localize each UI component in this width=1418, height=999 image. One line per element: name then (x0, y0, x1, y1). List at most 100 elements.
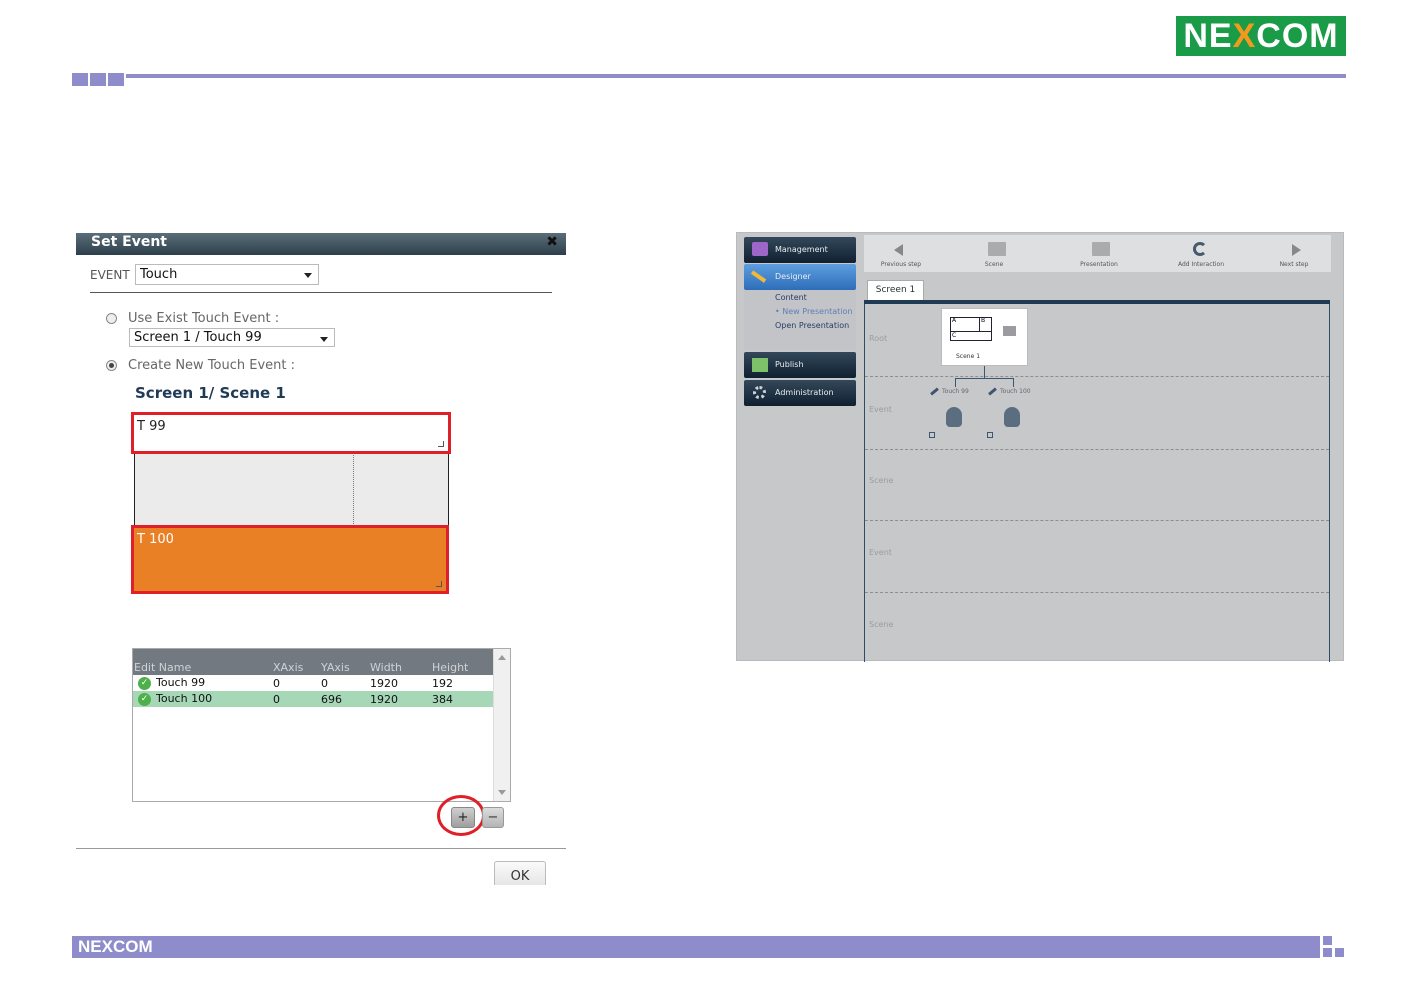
lane-event: Event (869, 405, 892, 414)
connector (955, 378, 1014, 379)
delete-icon[interactable] (987, 432, 993, 438)
row-name: Touch 100 (156, 692, 213, 706)
nav-management[interactable]: Management (744, 237, 856, 263)
forward-arrow-icon (1292, 244, 1301, 256)
scene-button[interactable]: Scene (959, 235, 1033, 272)
use-exist-radio[interactable] (106, 313, 117, 324)
close-icon[interactable]: ✖ (546, 233, 558, 251)
add-interaction-label: Add Interaction (1177, 261, 1225, 268)
touch-table: Edit Name XAxis YAxis Width Height ✓ Touc… (132, 648, 511, 802)
touch-table-grid: Edit Name XAxis YAxis Width Height ✓ Touc… (133, 649, 493, 707)
refresh-icon (1193, 242, 1207, 256)
col-width[interactable]: Width (370, 649, 432, 675)
create-new-radio[interactable] (106, 360, 117, 371)
remove-row-button[interactable]: − (482, 807, 504, 828)
table-row-selected[interactable]: ✓ Touch 100 0 696 1920 384 (133, 691, 493, 707)
chevron-down-icon (304, 273, 312, 278)
previous-step-button[interactable]: Previous step (864, 235, 938, 272)
nav-publish-label: Publish (775, 360, 804, 369)
flow-canvas: Root Event Scene Event Scene A B C Scene… (864, 304, 1330, 662)
header-rule (126, 74, 1346, 78)
pencil-icon (750, 270, 767, 283)
check-icon: ✓ (138, 692, 151, 706)
home-icon (1003, 326, 1016, 336)
event-type-select[interactable]: Touch (135, 264, 319, 285)
thumb-c: C (952, 332, 957, 339)
table-header: Edit Name XAxis YAxis Width Height (133, 649, 493, 675)
row-w: 1920 (370, 676, 398, 690)
subnav-new-presentation[interactable]: • New Presentation (775, 307, 853, 316)
row-h: 192 (432, 676, 453, 690)
col-height[interactable]: Height (432, 649, 493, 675)
lane-scene: Scene (869, 620, 894, 629)
subnav-open-presentation[interactable]: Open Presentation (775, 321, 849, 330)
table-scrollbar[interactable] (493, 649, 510, 801)
footer-block (1335, 948, 1344, 957)
presentation-button[interactable]: Presentation (1064, 235, 1138, 272)
scene-heading: Screen 1/ Scene 1 (135, 384, 286, 402)
col-edit-name[interactable]: Edit Name (133, 649, 273, 675)
event-label: Touch 99 (942, 388, 969, 395)
lane-root: Root (869, 334, 888, 343)
touch-region-t100[interactable]: T 100 (131, 525, 449, 594)
thumb-b: B (981, 317, 986, 324)
presentation-label: Presentation (1080, 261, 1118, 268)
region-divider (353, 452, 354, 526)
back-arrow-icon (894, 244, 903, 256)
event-type-value: Touch (140, 267, 178, 282)
next-step-label: Next step (1279, 261, 1309, 268)
touch-region-t99[interactable]: T 99 (131, 412, 451, 454)
event-node-touch-100[interactable]: Touch 100 (986, 387, 1046, 447)
footer-logo: NEXCOM (78, 937, 153, 956)
check-icon: ✓ (138, 676, 151, 690)
nav-administration[interactable]: Administration (744, 380, 856, 406)
nav-designer-label: Designer (775, 272, 811, 281)
next-step-button[interactable]: Next step (1259, 235, 1333, 272)
nav-management-label: Management (775, 245, 828, 254)
header-block-3 (108, 73, 124, 86)
exist-touch-select[interactable]: Screen 1 / Touch 99 (129, 328, 335, 347)
row-name: Touch 99 (156, 676, 206, 690)
gear-icon (753, 386, 766, 399)
row-y: 696 (321, 692, 342, 706)
event-node-touch-99[interactable]: Touch 99 (928, 387, 988, 447)
add-interaction-button[interactable]: Add Interaction (1164, 235, 1238, 272)
lane-divider (865, 376, 1329, 377)
col-xaxis[interactable]: XAxis (273, 649, 321, 675)
nav-administration-label: Administration (775, 388, 834, 397)
create-new-label: Create New Touch Event : (128, 358, 296, 373)
table-row[interactable]: ✓ Touch 99 0 0 1920 192 (133, 675, 493, 691)
header-block-1 (72, 73, 88, 86)
dialog-bottom-rule (76, 848, 566, 849)
designer-app-screenshot: Management Designer Content • New Presen… (736, 232, 1344, 662)
row-x: 0 (273, 676, 280, 690)
resize-handle-icon[interactable] (436, 581, 442, 587)
scene-node[interactable]: A B C Scene 1 (941, 308, 1028, 366)
wrench-icon (930, 387, 939, 396)
thumb-split (951, 331, 991, 332)
chevron-down-icon (320, 337, 328, 342)
row-y: 0 (321, 676, 328, 690)
nexcom-logo: NE X COM (1176, 16, 1346, 56)
scroll-down-icon[interactable] (498, 790, 506, 795)
scroll-up-icon[interactable] (498, 655, 506, 660)
nav-designer[interactable]: Designer (744, 264, 856, 290)
scene-label: Scene (984, 261, 1004, 268)
header-block-2 (90, 73, 106, 86)
delete-icon[interactable] (929, 432, 935, 438)
connector (984, 366, 985, 378)
nav-publish[interactable]: Publish (744, 352, 856, 378)
ok-button[interactable]: OK (494, 861, 546, 885)
row-x: 0 (273, 692, 280, 706)
row-w: 1920 (370, 692, 398, 706)
footer-block (1323, 936, 1332, 945)
lane-divider (865, 592, 1329, 593)
col-yaxis[interactable]: YAxis (321, 649, 370, 675)
monitor-icon (752, 242, 768, 256)
tab-screen-1[interactable]: Screen 1 (867, 280, 924, 300)
region-middle-area (134, 452, 449, 526)
footer-bar (72, 936, 1320, 958)
subnav-content[interactable]: Content (775, 293, 807, 302)
resize-handle-icon[interactable] (438, 441, 444, 447)
add-row-button[interactable]: + (451, 807, 475, 828)
